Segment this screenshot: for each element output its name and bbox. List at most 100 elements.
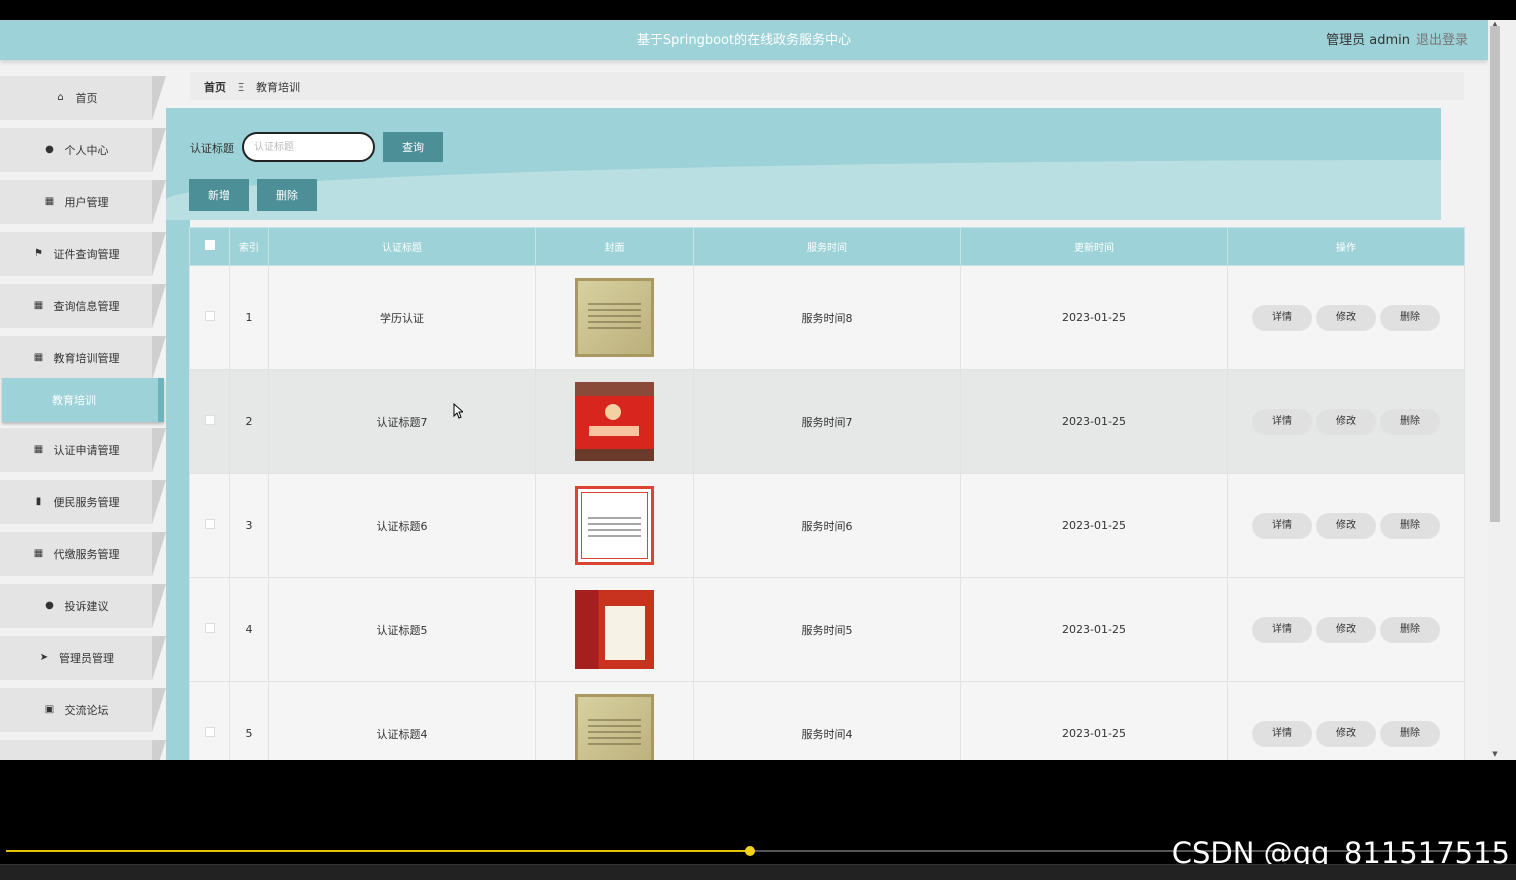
page-scrollbar[interactable]: ▲ ▼ (1488, 20, 1516, 760)
column-header: 操作 (1227, 227, 1465, 266)
delete-button[interactable]: 删除 (1380, 616, 1440, 643)
sidebar-item-query-info[interactable]: ▦ 查询信息管理 (0, 284, 166, 328)
sidebar-item-label: 投诉建议 (64, 600, 109, 613)
table-row: 3 认证标题6 服务时间6 2023-01-25 详情 修改 删除 (189, 473, 1465, 578)
row-cover-cell (535, 577, 694, 682)
row-updated: 2023-01-25 (960, 577, 1228, 682)
row-index: 2 (229, 369, 269, 474)
detail-button[interactable]: 详情 (1252, 304, 1312, 331)
top-header: 基于Springboot的在线政务服务中心 管理员 admin 退出登录 (0, 20, 1488, 60)
row-title: 学历认证 (268, 265, 536, 370)
row-cover-cell (535, 265, 694, 370)
row-actions: 详情 修改 删除 (1227, 681, 1465, 760)
detail-button[interactable]: 详情 (1252, 616, 1312, 643)
breadcrumb: 首页 Ξ 教育培训 (190, 72, 1464, 100)
current-user: 管理员 admin (1326, 33, 1410, 48)
logout-link[interactable]: 退出登录 (1416, 29, 1468, 48)
table-header-row: 索引 认证标题 封面 服务时间 更新时间 操作 (189, 227, 1465, 266)
grid-icon: ▦ (44, 196, 55, 207)
sidebar-item-label: 用户管理 (64, 196, 109, 209)
edit-button[interactable]: 修改 (1316, 616, 1376, 643)
batch-delete-button[interactable]: 删除 (257, 179, 317, 211)
sidebar-item-complaints[interactable]: ● 投诉建议 (0, 584, 166, 628)
row-updated: 2023-01-25 (960, 265, 1228, 370)
app-title: 基于Springboot的在线政务服务中心 (636, 33, 852, 48)
row-service-time: 服务时间7 (693, 369, 961, 474)
edit-button[interactable]: 修改 (1316, 304, 1376, 331)
query-button[interactable]: 查询 (383, 132, 443, 162)
sidebar-item-label: 教育培训管理 (53, 352, 120, 365)
table-row: 2 认证标题7 服务时间7 2023-01-25 详情 修改 删除 (189, 369, 1465, 474)
row-service-time: 服务时间4 (693, 681, 961, 760)
app-window: 基于Springboot的在线政务服务中心 管理员 admin 退出登录 ⌂ 首页… (0, 20, 1488, 760)
panel-decoration (166, 160, 1441, 220)
sidebar-item-education-training[interactable]: ▦ 教育培训管理 (0, 336, 166, 380)
breadcrumb-home[interactable]: 首页 (204, 81, 226, 94)
column-header: 索引 (229, 227, 269, 266)
table-row: 1 学历认证 服务时间8 2023-01-25 详情 修改 删除 (189, 265, 1465, 370)
row-title: 认证标题5 (268, 577, 536, 682)
delete-button[interactable]: 删除 (1380, 304, 1440, 331)
sidebar-item-personal-center[interactable]: ● 个人中心 (0, 128, 166, 172)
row-actions: 详情 修改 删除 (1227, 473, 1465, 578)
row-cover-cell (535, 369, 694, 474)
sidebar-item-user-management[interactable]: ▦ 用户管理 (0, 180, 166, 224)
table-row: 4 认证标题5 服务时间5 2023-01-25 详情 修改 删除 (189, 577, 1465, 682)
grid-icon: ▦ (33, 444, 44, 455)
sidebar-item-convenience-service[interactable]: ▮ 便民服务管理 (0, 480, 166, 524)
row-checkbox[interactable] (204, 727, 215, 737)
row-updated: 2023-01-25 (960, 473, 1228, 578)
training-table: 索引 认证标题 封面 服务时间 更新时间 操作 1 学历认证 服务时间8 202… (189, 227, 1465, 760)
row-actions: 详情 修改 删除 (1227, 577, 1465, 682)
progress-knob[interactable] (745, 846, 755, 856)
home-icon: ⌂ (57, 92, 64, 103)
sidebar-item-label: 交流论坛 (64, 704, 109, 717)
breadcrumb-current: 教育培训 (255, 81, 300, 94)
row-select-cell (189, 369, 230, 474)
sidebar-item-label: 便民服务管理 (53, 496, 120, 509)
grid-icon: ▦ (33, 300, 44, 311)
sidebar-item-label: 认证申请管理 (53, 444, 120, 457)
edit-button[interactable]: 修改 (1316, 720, 1376, 747)
sidebar-item-certificate-query[interactable]: ⚑ 证件查询管理 (0, 232, 166, 276)
clipboard-icon: ▣ (44, 704, 55, 715)
add-button[interactable]: 新增 (189, 179, 249, 211)
delete-button[interactable]: 删除 (1380, 720, 1440, 747)
sidebar-item-payment-service[interactable]: ▦ 代缴服务管理 (0, 532, 166, 576)
sidebar-item-home[interactable]: ⌂ 首页 (0, 76, 166, 120)
delete-button[interactable]: 删除 (1380, 512, 1440, 539)
cover-image (575, 382, 654, 461)
row-checkbox[interactable] (204, 415, 215, 425)
select-all-checkbox[interactable] (204, 240, 215, 250)
delete-button[interactable]: 删除 (1380, 408, 1440, 435)
cover-image (575, 590, 654, 669)
sidebar-item-admin-management[interactable]: ➤ 管理员管理 (0, 636, 166, 680)
row-index: 5 (229, 681, 269, 760)
user-icon: ● (45, 600, 54, 611)
edit-button[interactable]: 修改 (1316, 408, 1376, 435)
row-updated: 2023-01-25 (960, 369, 1228, 474)
detail-button[interactable]: 详情 (1252, 512, 1312, 539)
table-row: 5 认证标题4 服务时间4 2023-01-25 详情 修改 删除 (189, 681, 1465, 760)
row-checkbox[interactable] (204, 519, 215, 529)
sidebar-item-label: 查询信息管理 (53, 300, 120, 313)
sidebar-item-cert-application[interactable]: ▦ 认证申请管理 (0, 428, 166, 472)
search-input[interactable] (242, 132, 375, 162)
column-header: 封面 (535, 227, 694, 266)
row-checkbox[interactable] (204, 623, 215, 633)
row-checkbox[interactable] (204, 311, 215, 321)
column-header: 服务时间 (693, 227, 961, 266)
scrollbar-thumb[interactable] (1490, 26, 1500, 522)
scroll-down-icon[interactable]: ▼ (1488, 750, 1502, 760)
sidebar: ⌂ 首页 ● 个人中心 ▦ 用户管理 ⚑ 证件查询管理 ▦ 查询信息管理 ▦ 教育培训管理 … (0, 76, 166, 760)
sidebar-subitem-education-training[interactable]: 教育培训 (2, 378, 164, 422)
column-header: 认证标题 (268, 227, 536, 266)
detail-button[interactable]: 详情 (1252, 720, 1312, 747)
select-all-cell[interactable] (189, 227, 230, 266)
sidebar-item-forum[interactable]: ▣ 交流论坛 (0, 688, 166, 732)
sidebar-item-more[interactable] (0, 740, 166, 760)
cover-image (575, 486, 654, 565)
edit-button[interactable]: 修改 (1316, 512, 1376, 539)
detail-button[interactable]: 详情 (1252, 408, 1312, 435)
send-icon: ➤ (39, 652, 49, 663)
